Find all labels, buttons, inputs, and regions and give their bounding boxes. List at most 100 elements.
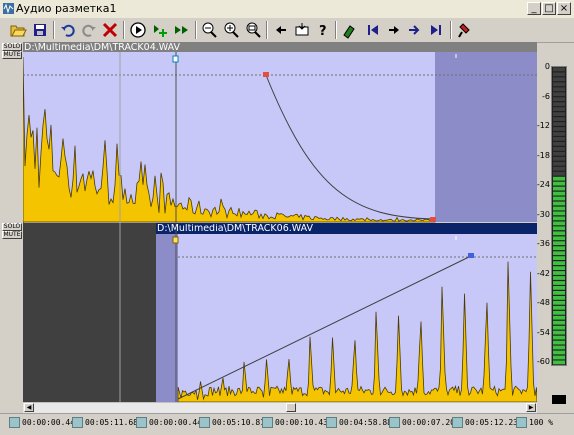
track1-mute-button[interactable]: MUTE [2, 51, 22, 59]
status-selection-end[interactable]: 00:05:11.680 [85, 417, 143, 428]
skip-start-button[interactable] [363, 20, 383, 40]
zoom-in-icon [224, 22, 239, 38]
track1-envelope-point-end[interactable] [430, 217, 436, 222]
vu-segment [553, 291, 565, 295]
close-button[interactable]: × [557, 2, 571, 15]
vu-scale-label: -6 [542, 91, 550, 101]
toolbar-separator [195, 21, 197, 39]
vu-segment [553, 350, 565, 355]
next-button[interactable] [405, 20, 425, 40]
mixer-button[interactable] [455, 20, 475, 40]
effects-icon [343, 25, 355, 39]
zoom-in-button[interactable] [221, 20, 241, 40]
vu-segment [553, 310, 565, 315]
vu-segment [553, 330, 565, 335]
vu-segment [553, 77, 565, 82]
vu-segment [553, 127, 565, 131]
scroll-left-button[interactable]: ◀ [24, 403, 34, 412]
play-button[interactable] [128, 20, 148, 40]
vu-scale-label: -24 [536, 180, 550, 189]
vu-scale-label: -30 [536, 209, 550, 219]
vu-segment [553, 360, 565, 365]
vu-segment [553, 67, 565, 72]
vu-segment [553, 266, 565, 270]
vu-scale-label: -54 [536, 327, 550, 337]
maximize-icon: □ [544, 3, 554, 14]
arrow-right-small-icon: ▶ [528, 404, 534, 411]
vu-segment [553, 112, 565, 116]
redo-button[interactable] [79, 20, 99, 40]
vu-segment [553, 142, 565, 146]
arrow-left-button[interactable] [271, 20, 291, 40]
vu-segment [553, 102, 565, 107]
maximize-button[interactable]: □ [542, 2, 556, 15]
status-view-end[interactable]: 00:00:10.432 [275, 417, 333, 428]
help-button[interactable]: ? [313, 20, 333, 40]
vu-segment [553, 191, 565, 196]
status-total[interactable]: 00:05:12.237 [465, 417, 523, 428]
skip-end-button[interactable] [426, 20, 446, 40]
open-button[interactable] [8, 20, 28, 40]
vu-segment [553, 122, 565, 126]
status-zoom[interactable]: 100 % [529, 417, 553, 428]
vu-segment [553, 117, 565, 121]
toolbar-separator [335, 21, 337, 39]
vu-segment [553, 296, 565, 300]
help-icon: ? [319, 24, 327, 39]
multitrack-area[interactable] [23, 42, 537, 402]
status-total-icon [452, 417, 463, 428]
insert-icon [295, 23, 309, 36]
status-offset-icon [389, 417, 400, 428]
arrow-right-button[interactable] [384, 20, 404, 40]
arrow-left-icon [276, 26, 286, 34]
vu-segment [553, 231, 565, 236]
minimize-button[interactable]: _ [527, 2, 541, 15]
vu-segment [553, 166, 565, 171]
vu-scale-label: 0 [544, 62, 550, 71]
save-button[interactable] [30, 20, 50, 40]
vu-scale-label: -42 [536, 268, 550, 278]
vu-segment [553, 186, 565, 191]
vu-segment [553, 176, 565, 181]
svg-text:?: ? [319, 24, 327, 39]
insert-button[interactable] [292, 20, 312, 40]
status-view-start-icon [199, 417, 210, 428]
effects-button[interactable] [339, 20, 359, 40]
vu-segment [553, 216, 565, 221]
scroll-right-button[interactable]: ▶ [526, 403, 536, 412]
vu-segment [553, 156, 565, 161]
zoom-fit-button[interactable] [243, 20, 263, 40]
horizontal-scrollbar[interactable] [23, 402, 537, 413]
vu-scale-label: -36 [536, 239, 550, 248]
vu-segment [553, 211, 565, 216]
vu-segment [553, 92, 565, 97]
track1-solo-button[interactable]: SOLO [2, 43, 22, 51]
vu-segment [553, 286, 565, 290]
delete-icon [102, 22, 118, 38]
track2-envelope-point[interactable] [468, 253, 474, 258]
track2-selection [178, 234, 537, 402]
zoom-fit-icon [246, 22, 261, 38]
scroll-thumb[interactable] [286, 403, 296, 412]
track2-cursor-marker[interactable] [172, 236, 179, 244]
fast-forward-button[interactable] [172, 20, 192, 40]
vu-segment [553, 226, 565, 231]
skip-end-icon [431, 25, 441, 35]
zoom-out-button[interactable] [199, 20, 219, 40]
window-title: Аудио разметка1 [16, 2, 117, 15]
add-marker-icon [154, 25, 167, 37]
vu-segment [553, 320, 565, 325]
delete-button[interactable] [100, 20, 120, 40]
track2-solo-button[interactable]: SOLO [2, 223, 22, 231]
mixer-icon [458, 23, 470, 38]
vu-clip-indicator [552, 395, 566, 404]
vu-scale-label: -18 [536, 150, 550, 160]
arrow-right-icon [389, 26, 399, 34]
undo-button[interactable] [58, 20, 78, 40]
add-marker-button[interactable] [150, 20, 170, 40]
track1-envelope-point-start[interactable] [263, 72, 269, 77]
status-zoom-icon [516, 417, 527, 428]
vu-scale-label: -12 [536, 121, 550, 130]
track1-cursor-marker[interactable] [172, 55, 179, 63]
track2-mute-button[interactable]: MUTE [2, 231, 22, 239]
